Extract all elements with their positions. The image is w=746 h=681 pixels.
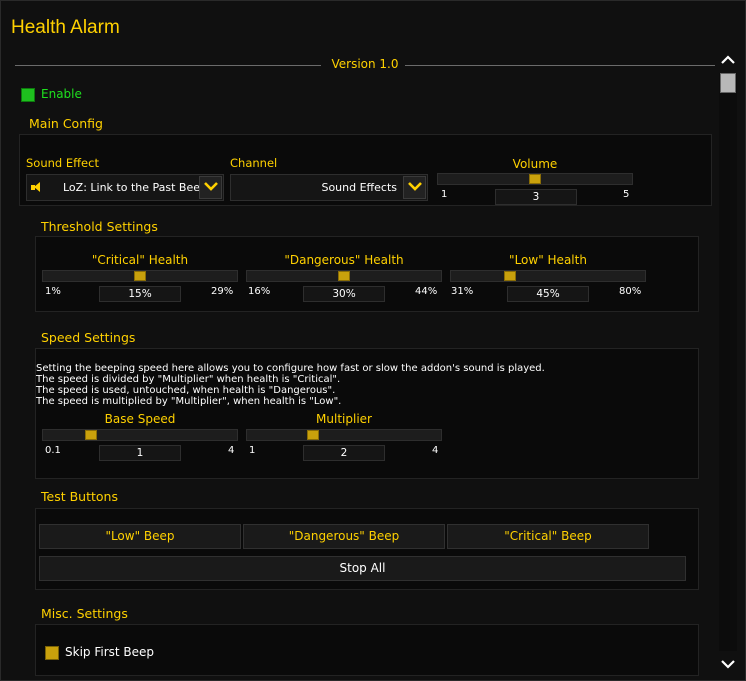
multiplier-max: 4 [432,445,439,456]
dangerous-beep-button[interactable]: "Dangerous" Beep [243,524,445,549]
sound-effect-dropdown[interactable]: LoZ: Link to the Past Beep [26,174,224,201]
speaker-icon [31,182,41,192]
scrollbar[interactable] [717,49,739,675]
scroll-down-button[interactable] [717,653,739,675]
critical-beep-button[interactable]: "Critical" Beep [447,524,649,549]
low-health-slider[interactable] [450,270,646,282]
low-health-min: 31% [451,286,474,297]
speed-settings-title: Speed Settings [41,330,136,345]
low-beep-button[interactable]: "Low" Beep [39,524,241,549]
sound-effect-label: Sound Effect [26,156,99,170]
dangerous-health-min: 16% [248,286,271,297]
low-health-max: 80% [619,286,642,297]
channel-dropdown[interactable]: Sound Effects [230,174,428,201]
base-speed-min: 0.1 [45,445,61,456]
chevron-down-icon[interactable] [199,176,222,199]
critical-health-min: 1% [45,286,61,297]
main-config-title: Main Config [29,116,103,131]
sound-effect-value: LoZ: Link to the Past Beep [63,181,207,194]
window-title: Health Alarm [11,17,120,38]
critical-health-slider[interactable] [42,270,238,282]
critical-health-max: 29% [211,286,234,297]
volume-label: Volume [512,157,558,171]
base-speed-value-box[interactable]: 1 [99,445,181,461]
base-speed-max: 4 [228,445,235,456]
volume-slider-thumb[interactable] [529,174,541,184]
critical-health-slider-thumb[interactable] [134,271,146,281]
skip-first-beep-checkbox[interactable] [45,646,59,660]
scroll-up-button[interactable] [717,49,739,71]
test-buttons-title: Test Buttons [41,489,118,504]
volume-value-box[interactable]: 3 [495,189,577,205]
chevron-down-icon[interactable] [403,176,426,199]
base-speed-label: Base Speed [104,412,176,426]
scroll-thumb[interactable] [720,73,736,93]
critical-health-label: "Critical" Health [91,253,189,267]
volume-min: 1 [441,189,448,200]
multiplier-min: 1 [249,445,256,456]
chevron-down-icon [721,660,735,669]
stop-all-button[interactable]: Stop All [39,556,686,581]
critical-health-value-box[interactable]: 15% [99,286,181,302]
dangerous-health-slider[interactable] [246,270,442,282]
speed-description-line: Setting the beeping speed here allows yo… [36,363,545,374]
speed-description-line: The speed is used, untouched, when healt… [36,385,336,396]
speed-description-line: The speed is multiplied by "Multiplier",… [36,396,342,407]
channel-label: Channel [230,156,278,170]
divider-line-right [405,65,715,66]
scroll-track[interactable] [719,73,737,651]
multiplier-slider-thumb[interactable] [307,430,319,440]
threshold-settings-title: Threshold Settings [41,219,158,234]
multiplier-slider[interactable] [246,429,442,441]
skip-first-beep-label: Skip First Beep [65,645,155,659]
speed-description: Setting the beeping speed here allows yo… [36,363,545,407]
misc-settings-title: Misc. Settings [41,606,128,621]
version-label: Version 1.0 [331,57,399,71]
base-speed-slider[interactable] [42,429,238,441]
dangerous-health-value-box[interactable]: 30% [303,286,385,302]
version-divider: Version 1.0 [15,56,715,74]
low-health-value-box[interactable]: 45% [507,286,589,302]
enable-checkbox[interactable] [21,88,35,102]
volume-slider[interactable] [437,173,633,185]
enable-label: Enable [41,87,82,101]
dangerous-health-slider-thumb[interactable] [338,271,350,281]
addon-config-window: Health Alarm Version 1.0 Enable Main Con… [0,0,746,681]
channel-value: Sound Effects [321,181,397,194]
low-health-slider-thumb[interactable] [504,271,516,281]
volume-max: 5 [623,189,630,200]
base-speed-slider-thumb[interactable] [85,430,97,440]
chevron-up-icon [721,55,735,64]
multiplier-label: Multiplier [316,412,372,426]
speed-description-line: The speed is divided by "Multiplier" whe… [36,374,341,385]
dangerous-health-label: "Dangerous" Health [284,253,404,267]
dangerous-health-max: 44% [415,286,438,297]
low-health-label: "Low" Health [509,253,587,267]
multiplier-value-box[interactable]: 2 [303,445,385,461]
